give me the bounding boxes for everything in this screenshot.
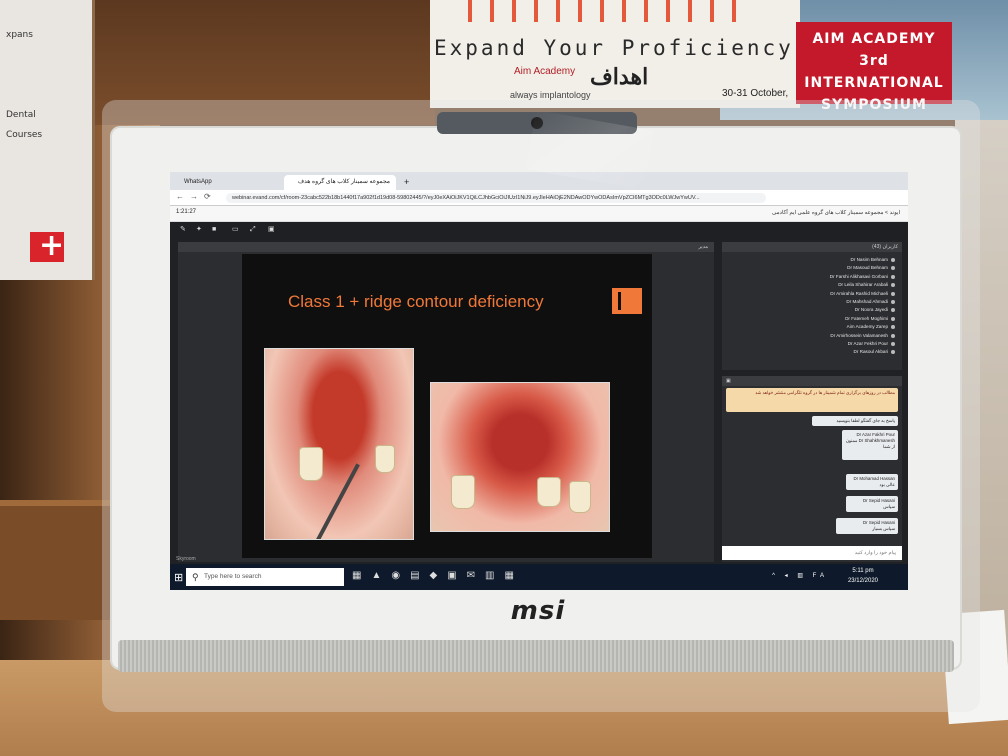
network-graphic (450, 0, 750, 22)
participant[interactable]: Dr Nasim Behnam (728, 256, 896, 264)
platform-label: Skyroom (176, 556, 196, 562)
message-text: Dr Shahkhmanesh ممنون از شما (845, 438, 895, 449)
chat-message: Dr Azar Fakhri Pour Dr Shahkhmanesh ممنون… (842, 430, 898, 460)
screen-icon[interactable]: ▭ (232, 226, 240, 234)
clinical-photo-1 (264, 348, 414, 540)
banner-logo: اهداف (590, 64, 649, 89)
tooth (299, 447, 323, 481)
chat-message: Dr Sepid Hasani سپاس بسیار (836, 518, 898, 534)
clinical-photo-2 (430, 382, 610, 532)
poster-line: Dental (6, 110, 36, 120)
chat-header: ▣ (722, 376, 902, 386)
url-field[interactable]: webinar.evand.com/cf/room-23cabc522b18b1… (226, 193, 766, 203)
chat-message: Dr Sepid Hasani سپاس (846, 496, 898, 512)
settings-icon[interactable]: ▣ (268, 226, 276, 234)
system-tray[interactable]: ^ ◂ ▥ FA (772, 572, 828, 579)
language-indicator[interactable]: FA (813, 573, 828, 579)
tab-webinar[interactable]: مجموعه سمینار کلاب های گروه هدف (284, 175, 396, 190)
expand-banner: Expand Your Proficiency Aim Academy اهدا… (430, 0, 800, 108)
address-bar: ←→⟳ webinar.evand.com/cf/room-23cabc522b… (170, 190, 908, 206)
taskbar-search[interactable]: Type here to search (186, 568, 344, 586)
tab-label: مجموعه سمینار کلاب های گروه هدف (297, 179, 390, 185)
stage-label: مدیر (178, 242, 714, 252)
tooth (537, 477, 561, 507)
participants-panel: کاربران (43) Dr Nasim Behnam Dr Masoud B… (722, 242, 902, 370)
tab-whatsapp[interactable]: WhatsApp (178, 175, 282, 190)
chat-input[interactable]: پیام خود را وارد کنید (722, 546, 902, 560)
banner-date: 30-31 October, (722, 88, 789, 99)
poster-line: xpans (6, 30, 33, 40)
participant[interactable]: Dr Farshi Alikhasavi Gorbani (728, 273, 896, 281)
speaker-grille (118, 640, 954, 672)
mic-off-icon[interactable]: ✦ (196, 226, 204, 234)
clock-date: 23/12/2020 (847, 578, 878, 584)
participants-header: کاربران (43) (722, 242, 902, 252)
message-text: مطالب در روزهای برگزاری تمام شمینار ها د… (755, 390, 895, 395)
participant[interactable]: Dr Rasoul Akbari (728, 348, 896, 356)
windows-taskbar: ⊞ Type here to search ▦▲◉▤◆▣✉▥▦ ^ ◂ ▥ FA… (170, 564, 908, 590)
tab-label: WhatsApp (184, 179, 212, 185)
nav-buttons[interactable]: ←→⟳ (176, 192, 217, 201)
poster-line: Courses (6, 130, 43, 140)
tooth (569, 481, 591, 513)
banner-tagline: always implantology (510, 90, 591, 100)
taskbar-clock[interactable]: 5:11 pm 23/12/2020 (848, 566, 878, 586)
participant[interactable]: Dr Noora Jayedi (728, 306, 896, 314)
presentation-stage: مدیر Class 1 + ridge contour deficiency (178, 242, 714, 562)
participant[interactable]: Dr Amirahla Rashid Michaeli (728, 290, 896, 298)
aim-symposium-sign: AIM ACADEMY 3rd INTERNATIONAL SYMPOSIUM (796, 22, 952, 113)
aim-line: AIM ACADEMY (812, 31, 936, 47)
message-text: سپاس بسیار (872, 526, 895, 531)
chat-message: Dr Mohamad Hassan عالی بود (846, 474, 898, 490)
participant[interactable]: Dr Fatemeh Moghimi (728, 315, 896, 323)
message-text: پاسخ به جای گفتگو لطفا بنویسید (836, 418, 895, 423)
webinar-header: 1:21:27 ایوند > مجموعه سمینار کلاب های گ… (170, 206, 908, 222)
new-tab-button[interactable]: + (398, 175, 412, 190)
webinar-toolbar: ✎ ✦ ■ ▭ ⤢ ▣ (170, 222, 908, 240)
participant[interactable]: Dr Azar Fekhri Pour (728, 340, 896, 348)
mic-icon[interactable]: ✎ (180, 226, 188, 234)
swiss-flag-icon (30, 228, 64, 263)
participant[interactable]: Dr Leila Shahirar Arabali (728, 281, 896, 289)
expand-icon[interactable]: ⤢ (250, 226, 258, 234)
slide-title: Class 1 + ridge contour deficiency (288, 292, 544, 311)
participant[interactable]: Dr Masoud Behnam (728, 264, 896, 272)
participant-list: Dr Nasim Behnam Dr Masoud Behnam Dr Fars… (728, 256, 896, 357)
taskbar-apps[interactable]: ▦▲◉▤◆▣✉▥▦ (352, 570, 524, 581)
chat-panel: ▣ مطالب در روزهای برگزاری تمام شمینار ها… (722, 376, 902, 562)
slide: Class 1 + ridge contour deficiency (242, 254, 652, 558)
tooth (375, 445, 395, 473)
participant[interactable]: Aim Academy Zarep (728, 323, 896, 331)
participant[interactable]: Dr Mahshad Ahmadi (728, 298, 896, 306)
chat-message: مطالب در روزهای برگزاری تمام شمینار ها د… (726, 388, 898, 412)
banner-headline: Expand Your Proficiency (434, 36, 794, 60)
camera-icon[interactable]: ■ (212, 226, 220, 234)
slide-logo-icon (612, 288, 642, 314)
session-timer: 1:21:27 (176, 209, 197, 215)
webinar-title: ایوند > مجموعه سمینار کلاب های گروه علمی… (771, 210, 900, 216)
chat-message: پاسخ به جای گفتگو لطفا بنویسید (812, 416, 898, 426)
screen: WhatsApp مجموعه سمینار کلاب های گروه هدف… (170, 172, 908, 590)
chat-messages: مطالب در روزهای برگزاری تمام شمینار ها د… (722, 386, 902, 546)
browser-tabbar: WhatsApp مجموعه سمینار کلاب های گروه هدف… (170, 172, 908, 190)
banner-brand: Aim Academy (514, 66, 576, 77)
clock-time: 5:11 pm (852, 568, 874, 574)
tooth (451, 475, 475, 509)
participant[interactable]: Dr Amirhossein Valamanesh (728, 332, 896, 340)
aim-line: 3rd INTERNATIONAL (804, 53, 944, 91)
windows-start-icon[interactable]: ⊞ (174, 571, 183, 584)
message-text: سپاس (883, 504, 895, 509)
monitor-brand-logo: msi (510, 596, 566, 626)
message-text: عالی بود (879, 482, 895, 487)
